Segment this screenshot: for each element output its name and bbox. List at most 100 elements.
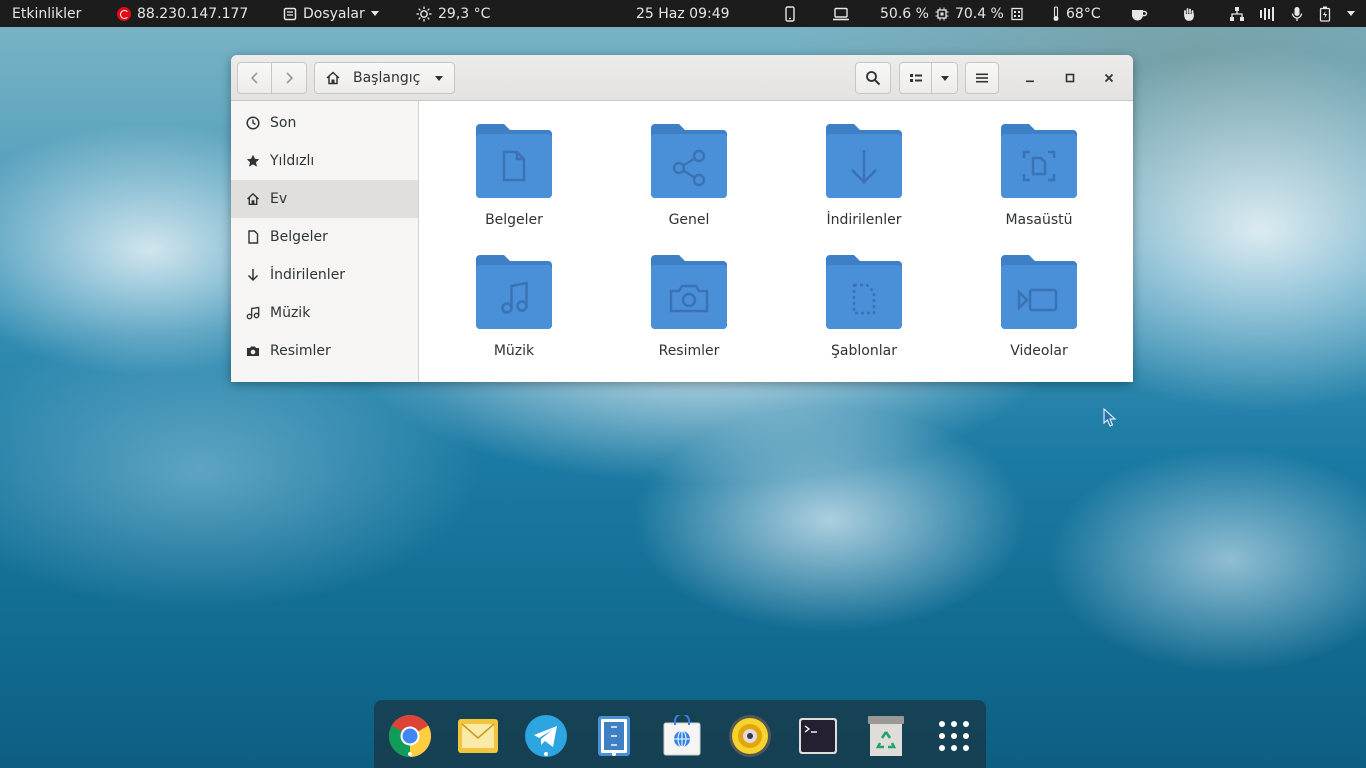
close-button[interactable] <box>1097 66 1121 90</box>
volume-icon <box>1260 6 1274 21</box>
weather-temperature: 29,3 °C <box>438 5 491 22</box>
folder-label: Videolar <box>1010 343 1068 359</box>
files-window: Başlangıç Son Yıldızlı Ev Belgeler İndir… <box>231 55 1133 382</box>
folder-desktop[interactable]: Masaüstü <box>964 122 1114 242</box>
network-icon <box>1230 6 1244 21</box>
pictures-folder-icon <box>651 255 727 329</box>
sidebar-item-pictures[interactable]: Resimler <box>231 332 418 370</box>
running-indicator <box>612 752 616 756</box>
list-view-icon <box>909 74 922 82</box>
forward-button[interactable] <box>271 62 307 94</box>
back-button[interactable] <box>237 62 272 94</box>
battery-icon <box>1319 6 1331 22</box>
folder-public[interactable]: Genel <box>614 122 764 242</box>
system-monitor[interactable]: 50.6 % 70.4 % <box>880 0 1024 27</box>
weather-indicator[interactable]: 29,3 °C <box>416 0 490 27</box>
home-icon <box>246 192 260 206</box>
main-menu-button[interactable] <box>965 62 999 94</box>
folder-videos[interactable]: Videolar <box>964 253 1114 373</box>
document-folder-icon <box>476 124 552 198</box>
places-sidebar: Son Yıldızlı Ev Belgeler İndirilenler Mü… <box>231 101 419 382</box>
music-folder-icon <box>476 255 552 329</box>
sidebar-item-documents[interactable]: Belgeler <box>231 218 418 256</box>
sidebar-item-label: İndirilenler <box>270 267 346 283</box>
view-options-button[interactable] <box>931 62 958 94</box>
cpu-usage: 50.6 % <box>880 5 929 22</box>
hamburger-menu-icon <box>976 73 988 83</box>
thermometer-icon <box>1053 5 1059 21</box>
sidebar-item-starred[interactable]: Yıldızlı <box>231 142 418 180</box>
phone-indicator[interactable] <box>784 0 796 27</box>
memory-usage: 70.4 % <box>954 5 1004 22</box>
folder-documents[interactable]: Belgeler <box>439 122 589 242</box>
trash-icon <box>868 716 904 756</box>
folder-templates[interactable]: Şablonlar <box>789 253 939 373</box>
dock-mail[interactable] <box>456 714 500 758</box>
folder-grid: Belgeler Genel İndirilenler Masaüstü Müz… <box>419 101 1133 382</box>
sidebar-item-downloads[interactable]: İndirilenler <box>231 256 418 294</box>
dock-software[interactable] <box>660 714 704 758</box>
rhythmbox-icon <box>729 715 771 757</box>
star-icon <box>246 154 260 168</box>
sidebar-item-label: Belgeler <box>270 229 328 245</box>
lock-indicator[interactable] <box>1182 0 1196 27</box>
dock-rhythmbox[interactable] <box>728 714 772 758</box>
turkey-flag-icon <box>117 6 131 21</box>
caffeine-indicator[interactable] <box>1130 0 1148 27</box>
desktop-folder-icon <box>1001 124 1077 198</box>
clock-icon <box>246 116 260 130</box>
folder-label: Belgeler <box>485 212 543 228</box>
download-folder-icon <box>826 124 902 198</box>
folder-label: Şablonlar <box>831 343 897 359</box>
laptop-icon <box>833 7 849 20</box>
folder-label: Masaüstü <box>1005 212 1073 228</box>
sidebar-item-label: Son <box>270 115 297 131</box>
location-chevron-down-icon <box>435 75 443 81</box>
dock-chrome[interactable] <box>388 714 432 758</box>
temperature-indicator[interactable]: 68°C <box>1052 0 1101 27</box>
location-bar[interactable]: Başlangıç <box>314 62 455 94</box>
running-indicator <box>544 752 548 756</box>
maximize-button[interactable] <box>1058 66 1082 90</box>
dock-files[interactable] <box>592 714 636 758</box>
folder-label: Genel <box>668 212 710 228</box>
ip-address: 88.230.147.177 <box>137 5 249 22</box>
folder-music[interactable]: Müzik <box>439 253 589 373</box>
laptop-indicator[interactable] <box>832 0 850 27</box>
activities-button[interactable]: Etkinlikler <box>12 0 81 27</box>
folder-pictures[interactable]: Resimler <box>614 253 764 373</box>
sidebar-item-music[interactable]: Müzik <box>231 294 418 332</box>
dock-trash[interactable] <box>864 714 908 758</box>
dock-app-grid[interactable] <box>932 714 976 758</box>
view-toggle-button[interactable] <box>899 62 932 94</box>
search-icon <box>866 71 881 86</box>
minimize-button[interactable] <box>1018 66 1042 90</box>
sidebar-item-label: Yıldızlı <box>270 153 315 169</box>
close-icon <box>1104 73 1114 83</box>
sun-icon <box>416 6 432 21</box>
activities-label: Etkinlikler <box>12 5 82 22</box>
folder-downloads[interactable]: İndirilenler <box>789 122 939 242</box>
coffee-cup-icon <box>1132 9 1148 20</box>
app-menu[interactable]: Dosyalar <box>283 0 379 27</box>
location-label: Başlangıç <box>353 70 421 86</box>
folder-label: Resimler <box>658 343 720 359</box>
music-icon <box>246 306 260 320</box>
dock-terminal[interactable] <box>796 714 840 758</box>
system-menu-chevron-icon <box>1347 11 1355 16</box>
home-icon <box>326 71 340 85</box>
clock[interactable]: 25 Haz 09:49 <box>636 0 730 27</box>
ip-indicator[interactable]: 88.230.147.177 <box>117 0 248 27</box>
dock-telegram[interactable] <box>524 714 568 758</box>
sidebar-item-recent[interactable]: Son <box>231 104 418 142</box>
folder-label: Müzik <box>493 343 535 359</box>
sidebar-item-home[interactable]: Ev <box>231 180 418 218</box>
mail-icon <box>458 719 498 753</box>
minimize-icon <box>1026 80 1034 83</box>
download-icon <box>246 268 260 282</box>
system-status[interactable] <box>1229 0 1355 27</box>
files-app-icon <box>283 7 297 20</box>
share-folder-icon <box>651 124 727 198</box>
maximize-icon <box>1065 73 1075 83</box>
search-button[interactable] <box>855 62 891 94</box>
